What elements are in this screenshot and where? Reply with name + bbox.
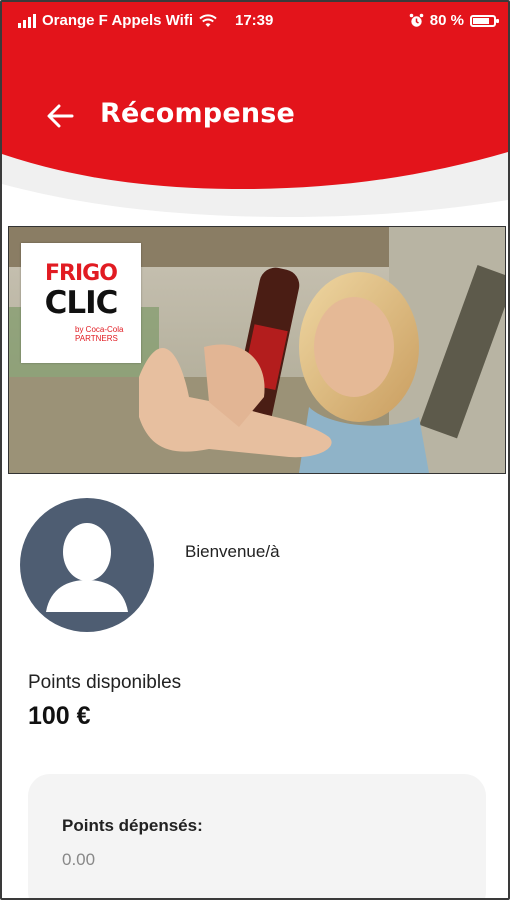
wifi-icon	[199, 13, 217, 27]
logo-line-1: FRIGO	[45, 261, 118, 286]
signal-icon	[18, 13, 36, 28]
frigo-clic-logo: FRIGO CLIC by Coca-Cola PARTNERS	[21, 243, 141, 363]
alarm-icon	[409, 13, 424, 27]
battery-percent: 80 %	[429, 12, 464, 29]
clock: 17:39	[235, 12, 274, 29]
points-label: Points disponibles	[28, 672, 182, 693]
welcome-text: Bienvenue/à	[185, 542, 280, 561]
logo-line-2: CLIC	[44, 285, 119, 321]
avatar[interactable]	[20, 498, 154, 632]
app-header: Orange F Appels Wifi 17:39 80 % Récompen…	[2, 2, 508, 224]
app-frame: Orange F Appels Wifi 17:39 80 % Récompen…	[0, 0, 510, 900]
points-spent-value: 0.00	[62, 850, 96, 869]
logo-subtitle: by Coca-Cola PARTNERS	[75, 325, 124, 343]
points-spent-label: Points dépensés:	[62, 816, 203, 835]
carrier-label: Orange F Appels Wifi	[42, 12, 193, 29]
back-button[interactable]	[42, 98, 78, 134]
points-spent-card: Points dépensés: 0.00	[28, 774, 486, 898]
battery-icon	[470, 14, 499, 27]
promo-banner: FRIGO CLIC by Coca-Cola PARTNERS	[8, 226, 506, 474]
user-silhouette-icon	[46, 523, 128, 612]
battery-fill	[473, 17, 489, 24]
status-bar: Orange F Appels Wifi 17:39 80 %	[2, 10, 508, 34]
points-value: 100 €	[28, 702, 91, 730]
arrow-left-icon	[47, 104, 74, 128]
page-title: Récompense	[100, 98, 296, 129]
